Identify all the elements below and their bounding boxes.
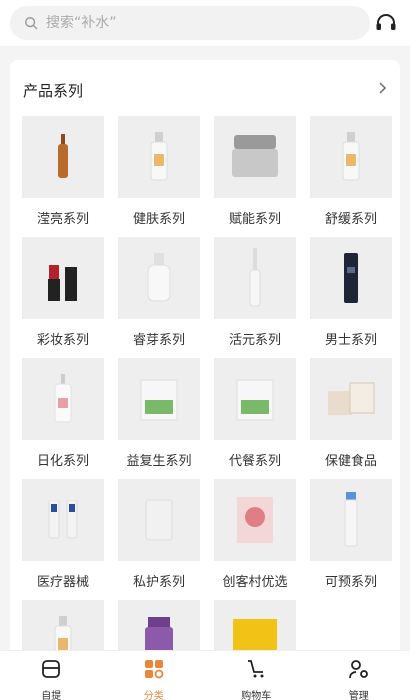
product-series-item[interactable]: 日化系列 — [22, 358, 104, 478]
mask-pack-icon — [214, 479, 296, 561]
headset-icon[interactable] — [374, 11, 398, 35]
product-series-item[interactable]: 舒缓系列 — [310, 116, 392, 236]
category-icon — [143, 658, 165, 684]
product-series-label: 滢亮系列 — [36, 212, 89, 227]
product-series-item[interactable]: 保健食品 — [310, 358, 392, 478]
tab-manage[interactable]: 管理 — [308, 651, 410, 700]
box-icon — [118, 358, 200, 440]
product-series-item[interactable]: 私护系列 — [118, 479, 200, 599]
spray-bottle-icon — [118, 237, 200, 319]
bottle-icon — [310, 116, 392, 198]
product-series-item[interactable]: 医疗器械 — [22, 479, 104, 599]
dark-bottle-icon — [310, 237, 392, 319]
product-series-item[interactable]: 代餐系列 — [214, 358, 296, 478]
cream-jar-icon — [214, 116, 296, 198]
tab-label: 购物车 — [241, 691, 272, 700]
product-series-item[interactable]: 睿芽系列 — [118, 237, 200, 357]
product-series-label: 舒缓系列 — [324, 212, 377, 227]
tab-cart[interactable]: 购物车 — [205, 651, 308, 700]
manage-icon — [348, 658, 370, 684]
top-bar — [0, 0, 410, 46]
product-series-item[interactable]: 可预系列 — [310, 479, 392, 599]
dropper-icon — [214, 237, 296, 319]
boxes-icon — [310, 358, 392, 440]
tab-category[interactable]: 分类 — [103, 651, 206, 700]
product-series-item[interactable]: 健肤系列 — [118, 116, 200, 236]
product-series-label: 代餐系列 — [228, 454, 281, 469]
search-icon — [25, 17, 38, 30]
bottom-tab-bar: 自提 分类 购物车 管理 — [0, 650, 410, 700]
product-series-item[interactable]: 益复生系列 — [118, 358, 200, 478]
store-icon — [40, 658, 62, 684]
pouch-icon — [118, 479, 200, 561]
pump-bottle-icon — [22, 358, 104, 440]
product-series-label: 睿芽系列 — [132, 333, 185, 348]
product-series-item[interactable]: 滢亮系列 — [22, 116, 104, 236]
tab-label: 分类 — [143, 691, 164, 700]
product-series-item[interactable]: 创客村优选 — [214, 479, 296, 599]
tab-label: 自提 — [41, 691, 62, 700]
search-bar[interactable] — [10, 6, 370, 40]
product-series-label: 彩妆系列 — [36, 333, 89, 348]
product-series-label: 私护系列 — [132, 575, 185, 590]
vials-icon — [22, 479, 104, 561]
product-series-label: 男士系列 — [324, 333, 377, 348]
product-series-label: 创客村优选 — [222, 575, 288, 590]
tab-store[interactable]: 自提 — [0, 651, 103, 700]
ampoule-icon — [22, 116, 104, 198]
product-series-label: 日化系列 — [36, 454, 89, 469]
product-series-item[interactable]: 赋能系列 — [214, 116, 296, 236]
product-series-item[interactable]: 活元系列 — [214, 237, 296, 357]
product-series-label: 赋能系列 — [228, 212, 281, 227]
product-series-label: 健肤系列 — [132, 212, 185, 227]
tab-label: 管理 — [348, 691, 369, 700]
cart-icon — [245, 658, 267, 684]
product-series-card: 产品系列 滢亮系列 健肤系列 赋能系列 舒缓系列彩妆系列 睿芽系列 活元系列 男士系列日化系… — [10, 60, 400, 660]
product-series-item[interactable]: 彩妆系列 — [22, 237, 104, 357]
product-series-label: 益复生系列 — [126, 454, 192, 469]
product-series-label: 医疗器械 — [36, 575, 89, 590]
box-icon — [214, 358, 296, 440]
product-series-label: 可预系列 — [324, 575, 377, 590]
product-series-label: 保健食品 — [324, 454, 377, 469]
lipstick-icon — [22, 237, 104, 319]
section-title: 产品系列 — [23, 82, 84, 100]
tube-icon — [310, 479, 392, 561]
chevron-right-icon[interactable] — [374, 80, 390, 96]
bottle-icon — [118, 116, 200, 198]
search-input[interactable] — [46, 15, 346, 31]
product-series-label: 活元系列 — [228, 333, 281, 348]
product-series-item[interactable]: 男士系列 — [310, 237, 392, 357]
